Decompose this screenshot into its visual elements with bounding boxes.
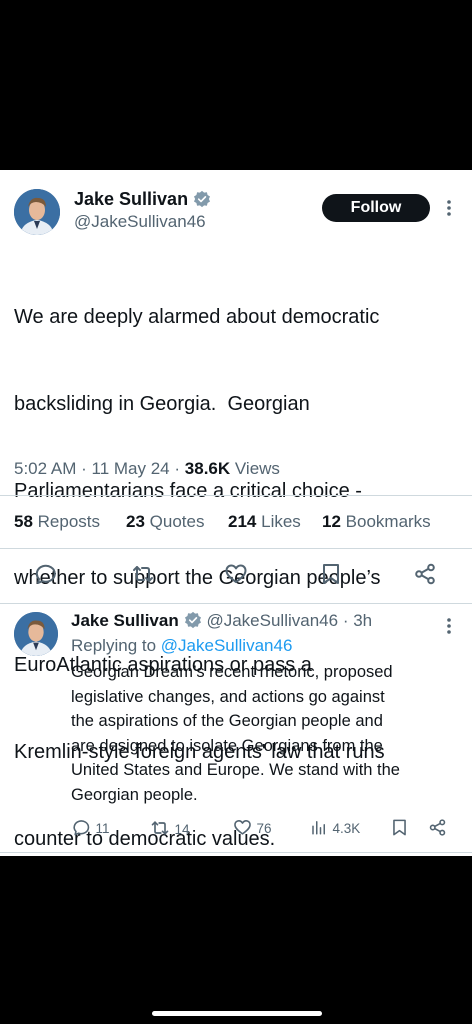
tweet-time[interactable]: 5:02 AM xyxy=(14,459,76,478)
verified-badge-icon xyxy=(184,611,201,629)
replying-to-label: Replying to xyxy=(71,636,157,655)
reply-icon xyxy=(73,820,90,836)
reply-author-name[interactable]: Jake Sullivan xyxy=(71,611,179,630)
likes-count: 214 xyxy=(228,512,257,531)
views-label: Views xyxy=(234,459,280,478)
divider xyxy=(0,548,472,549)
tweet-screen: Jake Sullivan @JakeSullivan46 Follow We … xyxy=(0,170,472,856)
author-avatar[interactable] xyxy=(14,189,60,235)
reply-share-icon[interactable] xyxy=(428,818,447,838)
reply-text-line: the aspirations of the Georgian people a… xyxy=(71,712,383,730)
likes-label: Likes xyxy=(261,512,301,531)
reply-views-action[interactable]: 4.3K xyxy=(310,818,360,838)
more-options-icon[interactable] xyxy=(445,198,453,218)
repost-icon[interactable] xyxy=(131,562,155,586)
avatar-image xyxy=(14,612,58,656)
tweet-text-line: backsliding in Georgia. Georgian xyxy=(14,393,310,415)
divider xyxy=(0,495,472,496)
replying-to-handle-link[interactable]: @JakeSullivan46 xyxy=(161,636,293,655)
reply-reposts-count: 14 xyxy=(174,822,190,837)
author-name[interactable]: Jake Sullivan xyxy=(74,189,188,209)
reply-age[interactable]: 3h xyxy=(353,611,372,630)
reply-header: Jake Sullivan @JakeSullivan46 · 3h xyxy=(71,611,372,631)
meta-separator: · xyxy=(342,611,349,630)
share-icon[interactable] xyxy=(413,562,437,586)
quotes-stat[interactable]: 23 Quotes xyxy=(126,512,204,532)
reply-likes-count: 76 xyxy=(256,821,272,836)
reply-likes-action[interactable]: 76 xyxy=(233,818,271,838)
views-icon xyxy=(312,821,325,835)
meta-separator: · xyxy=(174,459,181,478)
follow-button[interactable]: Follow xyxy=(322,194,430,222)
author-handle[interactable]: @JakeSullivan46 xyxy=(74,212,206,232)
tweet-date[interactable]: 11 May 24 xyxy=(92,459,170,478)
reposts-label: Reposts xyxy=(37,512,101,531)
reply-text-line: Georgian Dream’s recent rhetoric, propos… xyxy=(71,663,393,681)
tweet-text-line: We are deeply alarmed about democratic xyxy=(14,306,380,328)
meta-separator: · xyxy=(81,459,87,478)
verified-badge-icon xyxy=(194,190,211,208)
reply-text-line: United States and Europe. We stand with … xyxy=(71,761,400,779)
tweet-text-line: Parliamentarians face a critical choice … xyxy=(14,480,362,502)
replying-to: Replying to @JakeSullivan46 xyxy=(71,636,292,656)
like-icon[interactable] xyxy=(224,562,248,586)
views-count[interactable]: 38.6K xyxy=(185,459,230,478)
bookmarks-label: Bookmarks xyxy=(345,512,431,531)
divider xyxy=(0,603,472,604)
reply-replies-count: 11 xyxy=(95,821,110,836)
avatar-image xyxy=(14,189,60,235)
reply-reposts-action[interactable]: 14 xyxy=(150,818,189,838)
reposts-count: 58 xyxy=(14,512,33,531)
reply-replies-action[interactable]: 11 xyxy=(72,818,109,838)
likes-stat[interactable]: 214 Likes xyxy=(228,512,301,532)
reply-views-count: 4.3K xyxy=(332,821,361,836)
reply-text-line: are designed to isolate Georgians from t… xyxy=(71,736,383,755)
reply-text: Georgian Dream’s recent rhetoric, propos… xyxy=(71,660,463,807)
divider xyxy=(0,852,472,853)
reply-text-line: legislative changes, and actions go agai… xyxy=(71,687,385,706)
reply-author-avatar[interactable] xyxy=(14,612,58,656)
quotes-label: Quotes xyxy=(149,512,205,531)
reposts-stat[interactable]: 58 Reposts xyxy=(14,512,100,532)
tweet-meta: 5:02 AM · 11 May 24 · 38.6K Views xyxy=(14,459,280,479)
reply-icon[interactable] xyxy=(34,562,58,586)
author-name-row[interactable]: Jake Sullivan xyxy=(74,189,211,210)
bookmark-icon[interactable] xyxy=(319,562,343,586)
reply-bookmark-icon[interactable] xyxy=(390,818,409,838)
repost-icon xyxy=(151,821,169,835)
home-indicator[interactable] xyxy=(152,1011,322,1016)
like-icon xyxy=(234,819,251,835)
reply-author-handle[interactable]: @JakeSullivan46 xyxy=(206,611,338,630)
bookmarks-stat[interactable]: 12 Bookmarks xyxy=(322,512,431,532)
reply-text-line: Georgian people. xyxy=(71,785,198,804)
quotes-count: 23 xyxy=(126,512,145,531)
reply-more-options-icon[interactable] xyxy=(445,616,453,636)
bookmarks-count: 12 xyxy=(322,512,341,531)
